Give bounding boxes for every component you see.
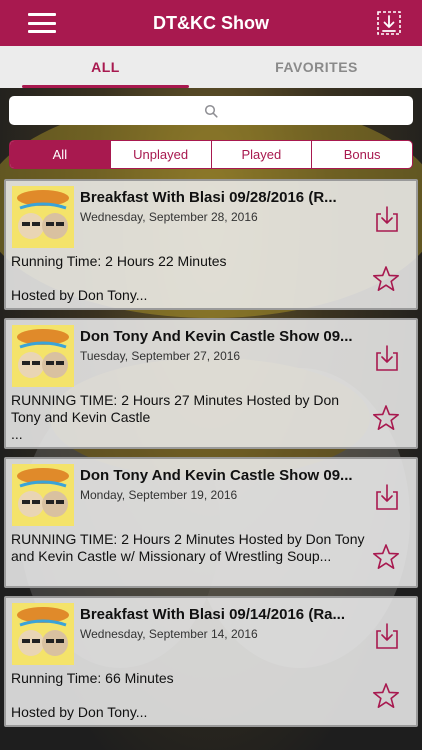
download-list-icon[interactable] (376, 10, 402, 36)
episode-thumbnail (12, 603, 74, 665)
episode-thumbnail (12, 464, 74, 526)
hamburger-menu-icon[interactable] (28, 13, 56, 33)
episode-card[interactable]: Breakfast With Blasi 09/14/2016 (Ra... W… (4, 596, 418, 727)
episode-description: RUNNING TIME: 2 Hours 27 Minutes Hosted … (11, 392, 340, 442)
favorite-star-icon[interactable] (372, 265, 400, 293)
download-icon[interactable] (374, 205, 400, 233)
search-bar (9, 96, 413, 125)
episode-card[interactable]: Don Tony And Kevin Castle Show 09... Tue… (4, 318, 418, 449)
tab-favorites[interactable]: FAVORITES (211, 46, 422, 88)
filter-segmented-control: All Unplayed Played Bonus (9, 140, 413, 169)
favorite-star-icon[interactable] (372, 682, 400, 710)
episode-date: Tuesday, September 27, 2016 (80, 349, 241, 363)
episode-date: Wednesday, September 28, 2016 (80, 210, 258, 224)
episode-description: Running Time: 66 Minutes Hosted by Don T… (11, 670, 174, 720)
episode-date: Wednesday, September 14, 2016 (80, 627, 258, 641)
download-icon[interactable] (374, 483, 400, 511)
episode-title: Don Tony And Kevin Castle Show 09... (80, 467, 353, 484)
episode-title: Don Tony And Kevin Castle Show 09... (80, 328, 353, 345)
episode-description: RUNNING TIME: 2 Hours 2 Minutes Hosted b… (11, 531, 365, 564)
episode-date: Monday, September 19, 2016 (80, 488, 238, 502)
episode-card[interactable]: Breakfast With Blasi 09/28/2016 (R... We… (4, 179, 418, 310)
app-title: DT&KC Show (153, 12, 269, 33)
episode-thumbnail (12, 186, 74, 248)
filter-bonus[interactable]: Bonus (311, 141, 412, 168)
episode-thumbnail (12, 325, 74, 387)
episode-description: Running Time: 2 Hours 22 Minutes Hosted … (11, 253, 227, 303)
filter-played[interactable]: Played (210, 141, 312, 168)
favorite-star-icon[interactable] (372, 543, 400, 571)
episode-title: Breakfast With Blasi 09/14/2016 (Ra... (80, 606, 345, 623)
download-icon[interactable] (374, 622, 400, 650)
app-header: DT&KC Show (0, 0, 422, 46)
episode-card[interactable]: Don Tony And Kevin Castle Show 09... Mon… (4, 457, 418, 588)
tab-all[interactable]: ALL (0, 46, 211, 88)
filter-all[interactable]: All (10, 141, 110, 168)
tab-bar: ALL FAVORITES (0, 46, 422, 88)
filter-unplayed[interactable]: Unplayed (109, 141, 211, 168)
favorite-star-icon[interactable] (372, 404, 400, 432)
search-input[interactable] (9, 96, 413, 125)
episode-title: Breakfast With Blasi 09/28/2016 (R... (80, 189, 337, 206)
download-icon[interactable] (374, 344, 400, 372)
